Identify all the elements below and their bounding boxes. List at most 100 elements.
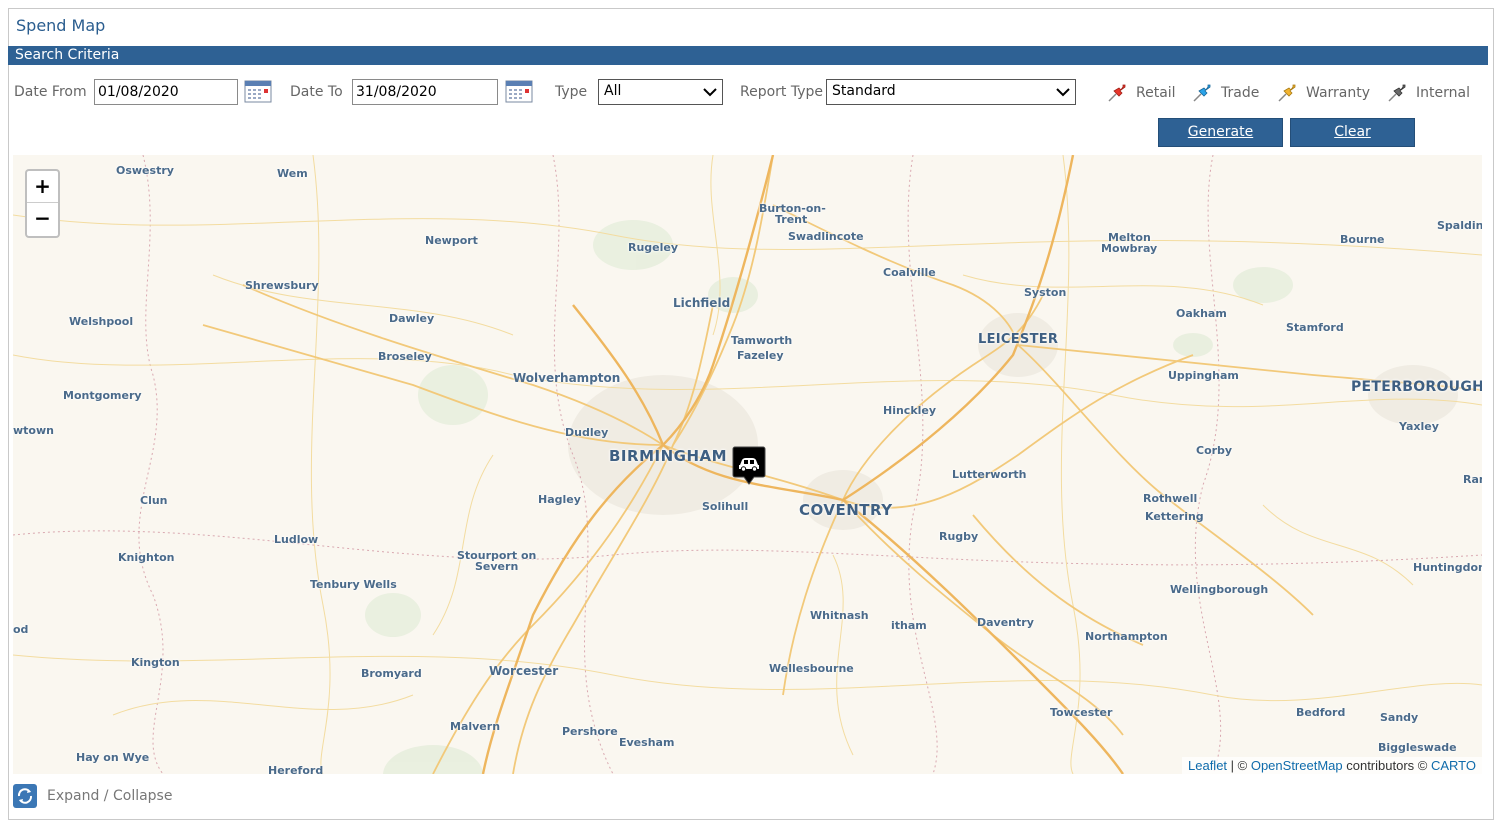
place-label: Tamworth bbox=[731, 334, 793, 347]
place-label: Northampton bbox=[1085, 630, 1168, 643]
place-label: Lutterworth bbox=[952, 468, 1027, 481]
chevron-down-icon bbox=[703, 88, 717, 97]
place-label: Kettering bbox=[1145, 510, 1204, 523]
date-from-label: Date From bbox=[14, 84, 87, 100]
place-label: Daventry bbox=[977, 616, 1034, 629]
place-label: od bbox=[13, 623, 29, 636]
place-label: COVENTRY bbox=[799, 501, 893, 519]
place-label: Hereford bbox=[268, 764, 324, 774]
legend-trade: Trade bbox=[1191, 82, 1259, 104]
place-label: Clun bbox=[140, 494, 168, 507]
place-label: Corby bbox=[1196, 444, 1233, 457]
spend-map[interactable]: Oswestry Wem Newport Rugeley Burton-on- … bbox=[13, 155, 1482, 774]
place-label: Malvern bbox=[450, 720, 501, 733]
place-label: Shrewsbury bbox=[245, 279, 319, 292]
place-label: Stamford bbox=[1286, 321, 1344, 334]
place-label: wtown bbox=[13, 424, 54, 437]
place-label: Dudley bbox=[565, 426, 609, 439]
legend-retail: Retail bbox=[1106, 82, 1176, 104]
place-label: Rugeley bbox=[628, 241, 679, 254]
place-label: Swadlincote bbox=[788, 230, 864, 243]
place-label: Pershore bbox=[562, 725, 618, 738]
place-label: Wellingborough bbox=[1170, 583, 1269, 596]
place-label: Oswestry bbox=[116, 164, 174, 177]
legend-warranty: Warranty bbox=[1276, 82, 1370, 104]
chevron-down-icon bbox=[1056, 88, 1070, 97]
place-label: itham bbox=[891, 619, 927, 632]
place-label: Hinckley bbox=[883, 404, 937, 417]
report-type-label: Report Type bbox=[740, 84, 824, 100]
leaflet-link[interactable]: Leaflet bbox=[1188, 758, 1227, 773]
place-label: Bourne bbox=[1340, 233, 1385, 246]
car-marker-icon[interactable] bbox=[732, 446, 766, 486]
generate-button[interactable]: Generate bbox=[1158, 118, 1283, 147]
date-to-label: Date To bbox=[290, 84, 343, 100]
place-label: Mowbray bbox=[1101, 242, 1158, 255]
place-label: Whitnash bbox=[810, 609, 869, 622]
calendar-icon[interactable] bbox=[505, 80, 533, 103]
place-label: Solihull bbox=[702, 500, 749, 513]
legend-trade-label: Trade bbox=[1221, 85, 1260, 101]
zoom-out-button[interactable]: − bbox=[27, 203, 58, 235]
type-select-value: All bbox=[604, 83, 622, 99]
place-label: Rugby bbox=[939, 530, 979, 543]
place-label: Bedford bbox=[1296, 706, 1346, 719]
type-select[interactable]: All bbox=[598, 79, 723, 105]
legend-retail-label: Retail bbox=[1136, 85, 1176, 101]
place-label: Evesham bbox=[619, 736, 675, 749]
place-label: Welshpool bbox=[69, 315, 134, 328]
report-type-select-value: Standard bbox=[832, 83, 896, 99]
place-label: Towcester bbox=[1050, 706, 1113, 719]
pushpin-red-icon bbox=[1108, 84, 1126, 102]
place-label: Rothwell bbox=[1143, 492, 1198, 505]
place-label: Wolverhampton bbox=[513, 371, 621, 385]
place-label: Worcester bbox=[489, 664, 559, 678]
date-to-input[interactable] bbox=[352, 79, 498, 105]
date-from-input[interactable] bbox=[94, 79, 238, 105]
map-attribution: Leaflet | © OpenStreetMap contributors ©… bbox=[1182, 757, 1482, 774]
place-label: Sandy bbox=[1380, 711, 1419, 724]
type-label: Type bbox=[555, 84, 588, 100]
place-label: Trent bbox=[775, 213, 808, 226]
expand-collapse-toggle[interactable]: Expand / Collapse bbox=[13, 784, 172, 808]
place-label: Huntingdon bbox=[1413, 561, 1482, 574]
place-label: Wellesbourne bbox=[769, 662, 854, 675]
zoom-in-button[interactable]: + bbox=[27, 171, 58, 203]
place-label: Uppingham bbox=[1168, 369, 1239, 382]
place-label: Syston bbox=[1024, 286, 1067, 299]
place-label: BIRMINGHAM bbox=[609, 447, 728, 465]
report-type-select[interactable]: Standard bbox=[826, 79, 1076, 105]
place-label: Oakham bbox=[1176, 307, 1227, 320]
place-label: LEICESTER bbox=[978, 332, 1059, 347]
page-title: Spend Map bbox=[16, 16, 106, 35]
place-label: Montgomery bbox=[63, 389, 142, 402]
attribution-contributors: contributors © bbox=[1342, 758, 1431, 773]
search-criteria-header: Search Criteria bbox=[8, 46, 1488, 65]
place-label: Coalville bbox=[883, 266, 936, 279]
place-label: Kington bbox=[131, 656, 180, 669]
zoom-control: + − bbox=[25, 169, 60, 238]
legend-internal-label: Internal bbox=[1416, 85, 1470, 101]
place-label: Lichfield bbox=[673, 296, 731, 310]
place-label: Spaldin bbox=[1437, 219, 1482, 232]
place-label: Ludlow bbox=[274, 533, 319, 546]
place-label: Yaxley bbox=[1399, 420, 1439, 433]
place-label: Hay on Wye bbox=[76, 751, 150, 764]
place-label: Hagley bbox=[538, 493, 581, 506]
pushpin-yellow-icon bbox=[1278, 84, 1296, 102]
place-label: Bromyard bbox=[361, 667, 422, 680]
openstreetmap-link[interactable]: OpenStreetMap bbox=[1251, 758, 1343, 773]
place-label: Biggleswade bbox=[1378, 741, 1457, 754]
pushpin-blue-icon bbox=[1193, 84, 1211, 102]
attribution-separator: | © bbox=[1227, 758, 1251, 773]
carto-link[interactable]: CARTO bbox=[1431, 758, 1476, 773]
place-label: Severn bbox=[475, 560, 519, 573]
place-label: Wem bbox=[277, 167, 308, 180]
place-label: Ran bbox=[1463, 473, 1482, 486]
place-label: Knighton bbox=[118, 551, 175, 564]
place-label: PETERBOROUGH bbox=[1351, 379, 1482, 395]
calendar-icon[interactable] bbox=[244, 80, 272, 103]
place-label: Tenbury Wells bbox=[310, 578, 397, 591]
clear-button[interactable]: Clear bbox=[1290, 118, 1415, 147]
place-label: Newport bbox=[425, 234, 478, 247]
